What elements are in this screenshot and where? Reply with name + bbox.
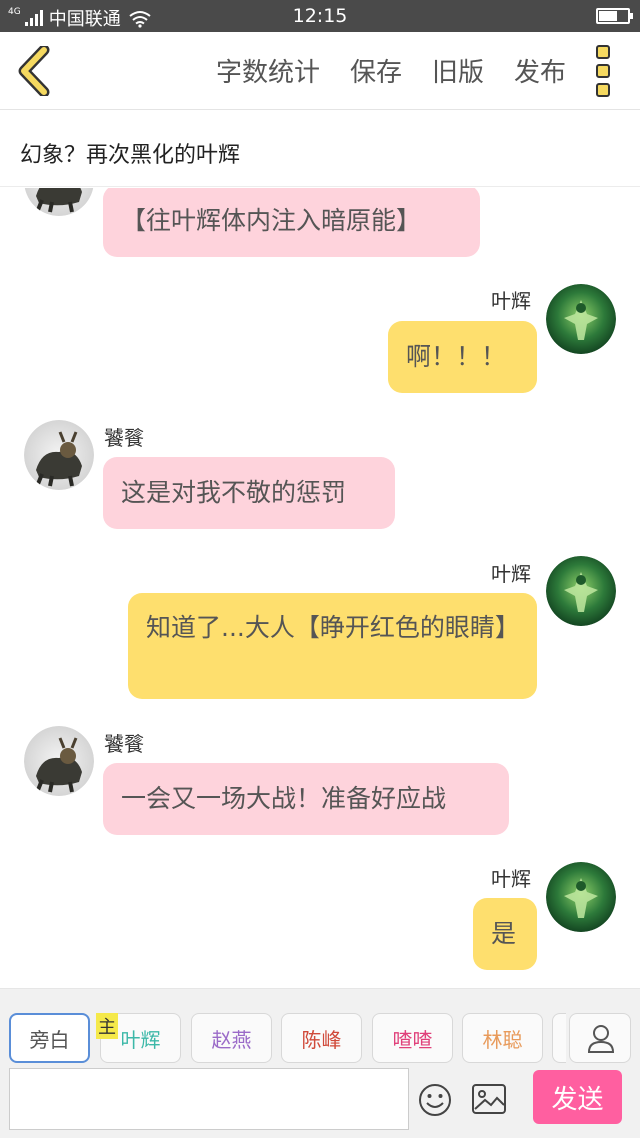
green-hero-avatar[interactable] [546, 862, 616, 932]
message-bubble: 啊！！！ [388, 321, 537, 393]
speaker-name: 叶辉 [491, 289, 531, 313]
menu-dot-icon [596, 64, 610, 78]
message-bubble: 是 [473, 898, 537, 970]
narrator-chip[interactable]: 旁白 [9, 1013, 90, 1063]
smiley-icon [419, 1084, 451, 1116]
back-button[interactable] [14, 44, 54, 98]
message-bubble: 知道了...大人【睁开红色的眼睛】 [128, 593, 537, 699]
status-bar: 4G 中国联通 12:15 [0, 0, 640, 32]
person-icon [587, 1025, 615, 1053]
battery-icon [596, 8, 633, 24]
toolbar-actions: 字数统计 保存 旧版 发布 [216, 52, 566, 89]
message-input[interactable] [9, 1068, 409, 1130]
character-chip[interactable]: 林聪 [462, 1013, 543, 1063]
green-hero-avatar[interactable] [546, 284, 616, 354]
story-title: 幻象？再次黑化的叶辉 [0, 111, 640, 187]
speaker-name: 叶辉 [491, 562, 531, 586]
character-chip-partial[interactable] [552, 1013, 566, 1063]
composer-panel: 旁白 主 叶辉 赵燕 陈峰 喳喳 林聪 发送 [0, 988, 640, 1138]
publish-button[interactable]: 发布 [514, 52, 566, 89]
old-version-button[interactable]: 旧版 [432, 52, 484, 89]
beast-avatar[interactable] [24, 188, 94, 216]
emoji-button[interactable] [418, 1083, 452, 1117]
clock: 12:15 [292, 5, 348, 27]
send-button[interactable]: 发送 [533, 1070, 622, 1124]
beast-avatar[interactable] [24, 420, 94, 490]
save-button[interactable]: 保存 [350, 52, 402, 89]
main-character-tag: 主 [96, 1013, 118, 1039]
chevron-left-icon [18, 44, 50, 98]
top-toolbar: 字数统计 保存 旧版 发布 [0, 32, 640, 110]
menu-dot-icon [596, 45, 610, 59]
image-button[interactable] [471, 1083, 507, 1115]
character-chip[interactable]: 陈峰 [281, 1013, 362, 1063]
chat-area[interactable]: 【往叶辉体内注入暗原能】 叶辉 啊！！！ 饕餮 这是对我不敬的惩罚 叶辉 知道了… [0, 188, 640, 988]
character-manager-button[interactable] [569, 1013, 631, 1063]
message-bubble: 一会又一场大战！准备好应战 [103, 763, 509, 835]
character-chip[interactable]: 喳喳 [372, 1013, 453, 1063]
message-bubble: 这是对我不敬的惩罚 [103, 457, 395, 529]
character-chip[interactable]: 赵燕 [191, 1013, 272, 1063]
speaker-name: 饕餮 [104, 732, 144, 756]
menu-dot-icon [596, 83, 610, 97]
image-icon [472, 1084, 506, 1114]
green-hero-avatar[interactable] [546, 556, 616, 626]
more-menu-button[interactable] [596, 45, 616, 97]
speaker-name: 饕餮 [104, 426, 144, 450]
message-bubble: 【往叶辉体内注入暗原能】 [103, 188, 480, 257]
speaker-name: 叶辉 [491, 867, 531, 891]
beast-avatar[interactable] [24, 726, 94, 796]
word-count-button[interactable]: 字数统计 [216, 52, 320, 89]
